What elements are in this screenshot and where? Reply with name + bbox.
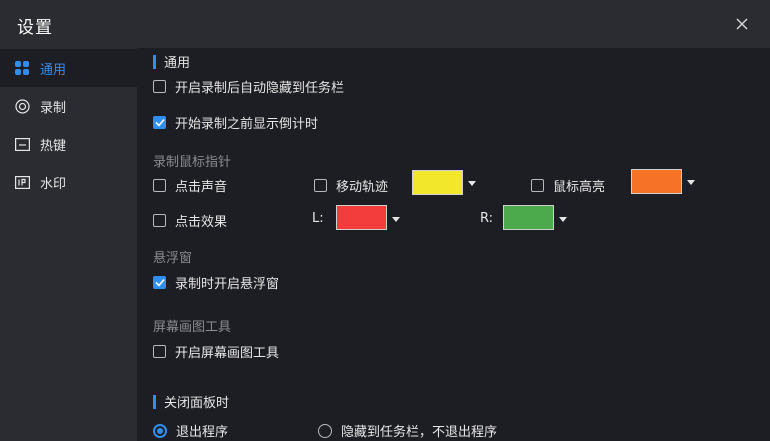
hide-to-taskbar-radio[interactable]: 隐藏到任务栏，不退出程序: [318, 421, 497, 440]
checkbox-box[interactable]: [314, 179, 327, 192]
checkbox-box[interactable]: [531, 179, 544, 192]
countdown-checkbox[interactable]: 开始录制之前显示倒计时: [153, 113, 318, 132]
right-click-color-swatch[interactable]: [503, 205, 554, 230]
close-button[interactable]: [732, 14, 752, 34]
watermark-icon: [14, 174, 30, 190]
left-click-color-swatch[interactable]: [336, 205, 387, 230]
checkbox-label: 开始录制之前显示倒计时: [175, 117, 319, 132]
floating-window-checkbox[interactable]: 录制时开启悬浮窗: [153, 273, 279, 292]
keyboard-icon: [14, 136, 30, 152]
checkbox-label: 点击声音: [175, 180, 228, 195]
grid-icon: [14, 60, 30, 76]
checkbox-box[interactable]: [153, 345, 166, 358]
checkbox-box[interactable]: [153, 116, 166, 129]
sidebar-item-watermark[interactable]: 水印: [0, 163, 137, 201]
sidebar-item-record[interactable]: 录制: [0, 87, 137, 125]
settings-content: 通用 开启录制后自动隐藏到任务栏 开始录制之前显示倒计时 录制鼠标指针 点击声音…: [137, 48, 770, 441]
right-click-label: R:: [480, 211, 494, 226]
radio-label: 隐藏到任务栏，不退出程序: [341, 425, 498, 440]
record-icon: [14, 98, 30, 114]
click-effect-checkbox[interactable]: 点击效果: [153, 211, 227, 230]
floating-group-title: 悬浮窗: [153, 251, 193, 266]
drawing-group-title: 屏幕画图工具: [153, 320, 232, 335]
check-icon: [154, 118, 165, 127]
sidebar-item-label: 录制: [40, 100, 67, 116]
checkbox-label: 开启录制后自动隐藏到任务栏: [175, 81, 345, 96]
section-title: 通用: [164, 56, 191, 71]
checkbox-label: 录制时开启悬浮窗: [175, 277, 280, 292]
highlight-color-swatch[interactable]: [631, 169, 682, 194]
left-click-label: L:: [312, 211, 324, 226]
sidebar-item-label: 热键: [40, 138, 67, 154]
sidebar-item-label: 水印: [40, 176, 67, 192]
checkbox-label: 鼠标高亮: [553, 180, 606, 195]
section-close-panel: 关闭面板时: [153, 392, 229, 411]
radio-button[interactable]: [318, 423, 332, 438]
exit-program-radio[interactable]: 退出程序: [153, 421, 228, 440]
close-icon: [736, 18, 748, 30]
sidebar-item-general[interactable]: 通用: [0, 49, 137, 87]
check-icon: [154, 278, 165, 287]
chevron-down-icon[interactable]: [559, 217, 567, 222]
sidebar-item-label: 通用: [40, 62, 67, 78]
window-title: 设置: [17, 18, 53, 38]
checkbox-label: 移动轨迹: [336, 180, 389, 195]
checkbox-box[interactable]: [153, 179, 166, 192]
sidebar: 通用 录制 热键 水印: [0, 48, 137, 441]
title-bar: 设置: [0, 0, 770, 48]
checkbox-label: 开启屏幕画图工具: [175, 346, 280, 361]
section-marker: [153, 54, 156, 69]
chevron-down-icon[interactable]: [687, 180, 695, 185]
cursor-group-title: 录制鼠标指针: [153, 155, 232, 170]
section-marker: [153, 394, 156, 409]
checkbox-box[interactable]: [153, 214, 166, 227]
radio-button[interactable]: [153, 423, 167, 438]
auto-hide-checkbox[interactable]: 开启录制后自动隐藏到任务栏: [153, 77, 344, 96]
section-title: 关闭面板时: [164, 396, 230, 411]
move-track-checkbox[interactable]: 移动轨迹: [314, 176, 388, 195]
checkbox-label: 点击效果: [175, 215, 228, 230]
checkbox-box[interactable]: [153, 276, 166, 289]
section-general: 通用: [153, 52, 190, 71]
mouse-highlight-checkbox[interactable]: 鼠标高亮: [531, 176, 605, 195]
chevron-down-icon[interactable]: [392, 217, 400, 222]
sidebar-item-hotkey[interactable]: 热键: [0, 125, 137, 163]
move-track-color-swatch[interactable]: [412, 170, 463, 195]
checkbox-box[interactable]: [153, 80, 166, 93]
click-sound-checkbox[interactable]: 点击声音: [153, 176, 227, 195]
radio-label: 退出程序: [176, 425, 229, 440]
drawing-tool-checkbox[interactable]: 开启屏幕画图工具: [153, 342, 279, 361]
chevron-down-icon[interactable]: [468, 181, 476, 186]
